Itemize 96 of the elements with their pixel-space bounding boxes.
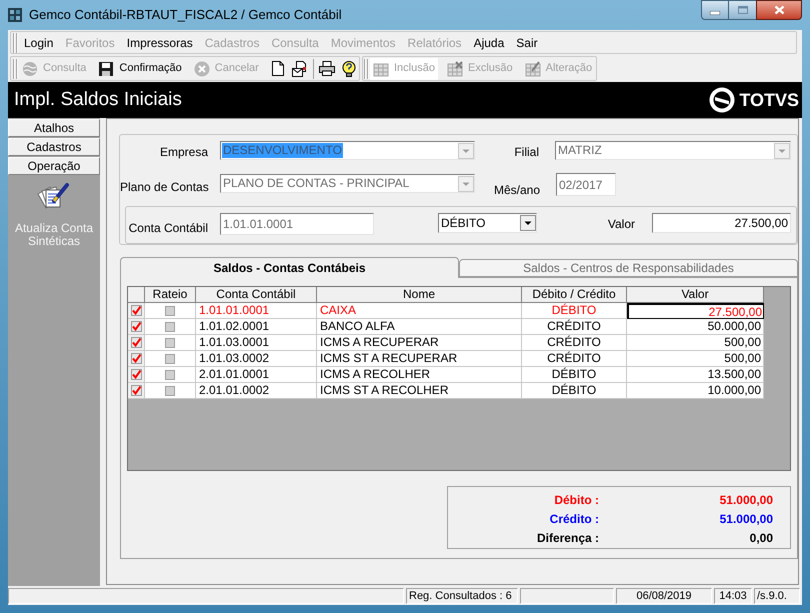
- table-cell: CRÉDITO: [522, 335, 627, 351]
- status-panel: 14:03: [714, 588, 752, 604]
- table-icon: [373, 60, 389, 76]
- table-cell: 10.000,00: [627, 383, 764, 399]
- checkbox[interactable]: [130, 305, 142, 316]
- table-edit-icon: [524, 60, 541, 76]
- table-cell: CAIXA: [317, 303, 522, 319]
- checkbox[interactable]: [130, 337, 142, 348]
- table-cell: 1.01.03.0001: [196, 335, 317, 351]
- tab[interactable]: Saldos - Contas Contábeis: [120, 257, 459, 278]
- table-cell: 500,00: [627, 351, 764, 367]
- grip-icon[interactable]: [13, 58, 18, 78]
- table-cell: ICMS ST A RECOLHER: [317, 383, 522, 399]
- total-value: 0,00: [750, 530, 773, 548]
- menu-item[interactable]: Sair: [510, 34, 544, 50]
- checkbox[interactable]: [165, 354, 175, 364]
- cancel-icon: [194, 60, 210, 76]
- text-field[interactable]: 27.500,00: [652, 213, 791, 233]
- table-cell: ICMS ST A RECUPERAR: [317, 351, 522, 367]
- table-cell: CRÉDITO: [522, 351, 627, 367]
- grip-icon[interactable]: [13, 32, 18, 52]
- caret-icon: [458, 176, 474, 192]
- sidebar-section-button[interactable]: Operação: [8, 157, 100, 175]
- checkbox[interactable]: [165, 306, 175, 316]
- toolbar-button[interactable]: Confirmação: [95, 58, 185, 80]
- menu-item[interactable]: Ajuda: [468, 34, 510, 50]
- checkbox[interactable]: [130, 321, 142, 332]
- status-panel: /s.9.0.: [754, 588, 800, 604]
- close-icon: [774, 5, 784, 15]
- document-icon[interactable]: [292, 60, 308, 76]
- tab[interactable]: Saldos - Centros de Responsabilidades: [459, 259, 798, 277]
- table-cell: 13.500,00: [627, 367, 764, 383]
- grip-icon[interactable]: [364, 58, 369, 78]
- page-title: Impl. Saldos Iniciais: [14, 89, 182, 111]
- caret-icon: [458, 142, 474, 158]
- column-header[interactable]: Rateio: [145, 287, 196, 303]
- total-value: 51.000,00: [720, 510, 773, 528]
- checkbox[interactable]: [165, 322, 175, 332]
- maximize-button[interactable]: [729, 0, 756, 20]
- table-cell: 1.01.02.0001: [196, 319, 317, 335]
- checkbox[interactable]: [165, 338, 175, 348]
- app-icon: [8, 8, 22, 22]
- table-cell: DÉBITO: [522, 367, 627, 383]
- window-title: Gemco Contábil-RBTAUT_FISCAL2 / Gemco Contábil: [29, 7, 342, 22]
- table-cell: 500,00: [627, 335, 764, 351]
- column-header[interactable]: Valor: [627, 287, 764, 303]
- checkbox[interactable]: [130, 385, 142, 396]
- field-label: Conta Contábil: [128, 220, 208, 235]
- logo-icon: [709, 87, 736, 113]
- menu-item[interactable]: Login: [18, 34, 60, 50]
- minimize-button[interactable]: [701, 0, 729, 20]
- total-label: Crédito :: [548, 510, 599, 528]
- close-button[interactable]: [756, 0, 802, 20]
- checkbox[interactable]: [130, 353, 142, 364]
- checkbox[interactable]: [165, 370, 175, 380]
- blank-page-icon[interactable]: [272, 61, 284, 76]
- table-cell: DÉBITO: [522, 383, 627, 399]
- printer-icon[interactable]: [318, 61, 335, 76]
- table-cell: ICMS A RECUPERAR: [317, 335, 522, 351]
- field-label: Empresa: [158, 144, 208, 159]
- table-cell: DÉBITO: [522, 303, 627, 319]
- caret-icon: [774, 142, 790, 158]
- dropdown[interactable]: DÉBITO: [438, 213, 537, 233]
- maximize-icon: [738, 6, 748, 14]
- status-panel: 06/08/2019: [616, 588, 712, 604]
- table-cell: BANCO ALFA: [317, 319, 522, 335]
- table-cell: CRÉDITO: [522, 319, 627, 335]
- total-label: Débito :: [553, 492, 599, 509]
- checkbox[interactable]: [130, 369, 142, 380]
- column-header[interactable]: Débito / Crédito: [522, 287, 627, 303]
- globe-icon: [22, 60, 38, 76]
- caret-icon: [520, 215, 536, 231]
- table-cell: ICMS A RECOLHER: [317, 367, 522, 383]
- logo-text: TOTVS: [739, 89, 799, 111]
- status-panel: Reg. Consultados : 6: [406, 588, 518, 604]
- table-cell: 1.01.01.0001: [196, 303, 317, 319]
- field-label: Plano de Contas: [120, 179, 208, 194]
- table-cell: 2.01.01.0001: [196, 367, 317, 383]
- table-delete-icon: [446, 60, 463, 76]
- column-header[interactable]: Conta Contábil: [196, 287, 317, 303]
- field-label: Filial: [513, 144, 539, 159]
- field-label: Valor: [606, 216, 635, 231]
- table-cell: 50.000,00: [627, 319, 764, 335]
- total-value: 51.000,00: [720, 492, 773, 509]
- menu-item[interactable]: Impressoras: [120, 34, 199, 50]
- table-cell: 27.500,00: [627, 303, 764, 319]
- minimize-icon: [710, 11, 720, 15]
- column-header[interactable]: Nome: [317, 287, 522, 303]
- sidebar-section-button[interactable]: Cadastros: [8, 138, 100, 156]
- table-cell: 2.01.01.0002: [196, 383, 317, 399]
- total-label: Diferença :: [536, 530, 599, 548]
- lightbulb-icon[interactable]: [340, 60, 357, 76]
- checkbox[interactable]: [165, 386, 175, 396]
- field-label: Mês/ano: [492, 182, 540, 197]
- table-cell: 1.01.03.0002: [196, 351, 317, 367]
- sidebar-section-button[interactable]: Atalhos: [8, 119, 100, 137]
